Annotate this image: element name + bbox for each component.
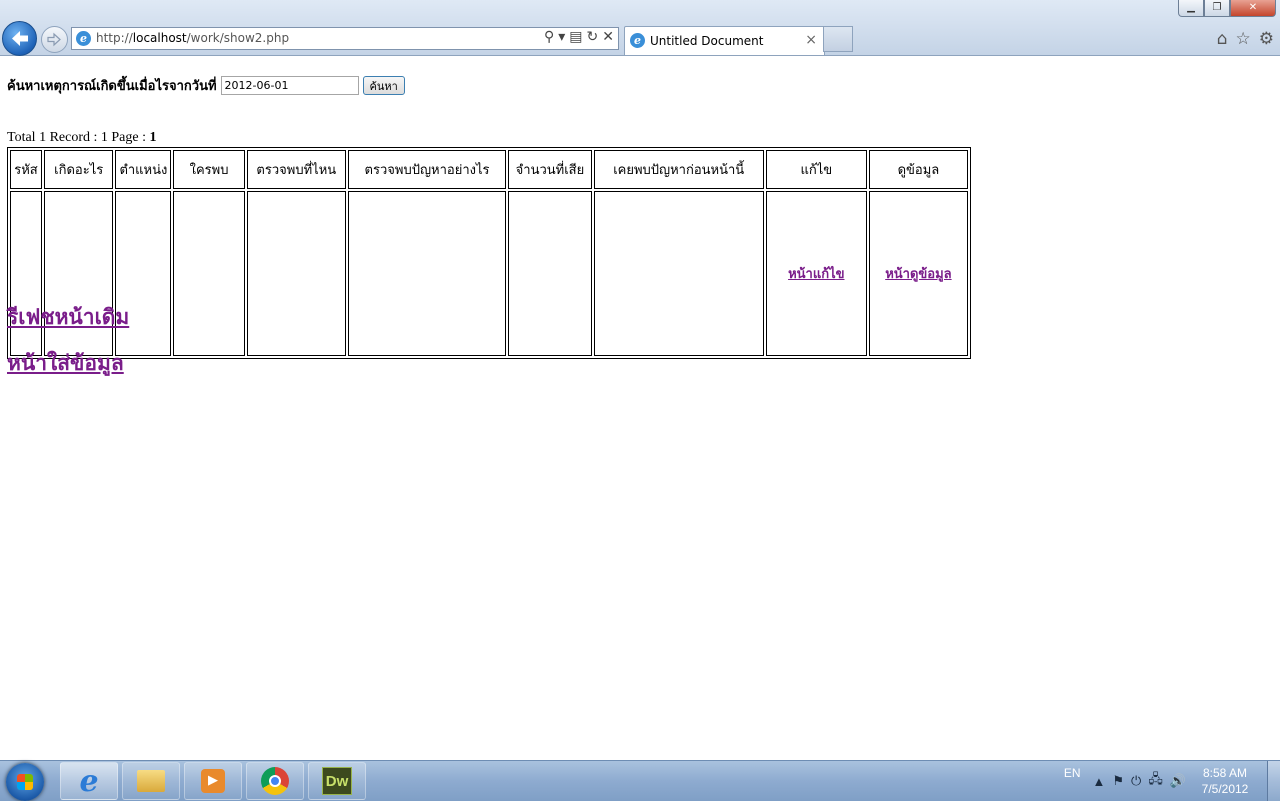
folder-icon xyxy=(137,770,165,792)
cell-who-found xyxy=(173,191,245,356)
page-content: ค้นหาเหตุการณ์เกิดขึ้นเมื่อไรจากวันที่ ค… xyxy=(0,56,1280,760)
favorites-star-icon[interactable]: ☆ xyxy=(1236,29,1251,49)
internet-explorer-icon: e xyxy=(79,763,99,799)
dreamweaver-icon: Dw xyxy=(322,767,352,795)
tab-close-icon[interactable]: × xyxy=(805,32,817,48)
new-tab-button[interactable] xyxy=(823,26,853,52)
search-button[interactable]: ค้นหา xyxy=(362,76,405,95)
stop-icon[interactable]: ✕ xyxy=(602,29,614,45)
minimize-button[interactable]: ▁ xyxy=(1178,0,1204,17)
taskbar: e ▶ Dw EN ▲ ⚑ ⏻ 🖧 🔊 8:58 AM 7/5/2012 xyxy=(0,760,1280,801)
clock-date: 7/5/2012 xyxy=(1201,782,1249,796)
clock-time: 8:58 AM xyxy=(1202,766,1248,780)
show-hidden-icons-icon[interactable]: ▲ xyxy=(1092,774,1105,789)
col-header-damaged-count: จำนวนที่เสีย xyxy=(508,150,592,189)
system-tray: EN ▲ ⚑ ⏻ 🖧 🔊 8:58 AM 7/5/2012 xyxy=(1064,761,1280,801)
maximize-button[interactable]: ❐ xyxy=(1204,0,1230,17)
col-header-edit: แก้ไข xyxy=(765,150,867,189)
col-header-position: ตำแหน่ง xyxy=(115,150,172,189)
col-header-what: เกิดอะไร xyxy=(43,150,114,189)
col-header-previous-problem: เคยพบปัญหาก่อนหน้านี้ xyxy=(593,150,764,189)
clock[interactable]: 8:58 AM 7/5/2012 xyxy=(1193,765,1257,797)
search-form: ค้นหาเหตุการณ์เกิดขึ้นเมื่อไรจากวันที่ ค… xyxy=(7,75,405,96)
forward-button[interactable] xyxy=(41,26,68,53)
gear-icon[interactable]: ⚙ xyxy=(1259,29,1274,49)
refresh-page-link[interactable]: รีเฟชหน้าเดิม xyxy=(7,301,129,334)
col-header-view: ดูข้อมูล xyxy=(868,150,968,189)
browser-chrome: ▁ ❐ ✕ e http://localhost/work/show2.php … xyxy=(0,0,1280,56)
windows-logo-icon-lower xyxy=(17,782,33,790)
action-center-flag-icon[interactable]: ⚑ xyxy=(1112,773,1124,789)
home-icon[interactable]: ⌂ xyxy=(1217,29,1228,49)
tab-title: Untitled Document xyxy=(650,34,764,48)
search-icon[interactable]: ⚲ xyxy=(544,29,554,45)
col-header-how-found: ตรวจพบปัญหาอย่างไร xyxy=(347,150,507,189)
col-header-id: รหัส xyxy=(10,150,42,189)
col-header-who-found: ใครพบ xyxy=(173,150,245,189)
address-url[interactable]: http://localhost/work/show2.php xyxy=(96,31,289,45)
window-controls: ▁ ❐ ✕ xyxy=(1178,0,1276,18)
view-page-link[interactable]: หน้าดูข้อมูล xyxy=(885,267,951,282)
cell-where-found xyxy=(246,191,346,356)
network-icon[interactable]: 🖧 xyxy=(1148,770,1163,792)
ie-page-icon: e xyxy=(76,31,91,46)
close-window-button[interactable]: ✕ xyxy=(1230,0,1276,17)
insert-data-link[interactable]: หน้าใส่ข้อมูล xyxy=(7,347,124,380)
address-bar[interactable]: e http://localhost/work/show2.php ⚲ ▾ ▤ … xyxy=(71,27,619,50)
record-summary: Total 1 Record : 1 Page : 1 xyxy=(7,130,157,145)
compat-view-icon[interactable]: ▤ xyxy=(569,29,582,45)
show-desktop-button[interactable] xyxy=(1267,761,1280,801)
taskbar-dreamweaver-button[interactable]: Dw xyxy=(308,762,366,800)
table-row: หน้าแก้ไข หน้าดูข้อมูล xyxy=(10,191,968,356)
start-button[interactable] xyxy=(6,763,44,801)
back-button[interactable] xyxy=(2,21,37,56)
back-arrow-icon xyxy=(12,31,28,46)
taskbar-chrome-button[interactable] xyxy=(246,762,304,800)
cell-previous-problem xyxy=(593,191,764,356)
ie-tab-icon: e xyxy=(630,33,645,48)
refresh-icon[interactable]: ↻ xyxy=(587,29,599,45)
edit-page-link[interactable]: หน้าแก้ไข xyxy=(788,267,844,282)
language-indicator[interactable]: EN xyxy=(1064,766,1081,780)
col-header-where-found: ตรวจพบที่ไหน xyxy=(246,150,346,189)
tab-untitled-document[interactable]: e Untitled Document × xyxy=(624,26,825,55)
cell-how-found xyxy=(347,191,507,356)
search-label: ค้นหาเหตุการณ์เกิดขึ้นเมื่อไรจากวันที่ xyxy=(7,79,217,94)
table-header-row: รหัส เกิดอะไร ตำแหน่ง ใครพบ ตรวจพบที่ไหน… xyxy=(10,150,968,189)
incident-table: รหัส เกิดอะไร ตำแหน่ง ใครพบ ตรวจพบที่ไหน… xyxy=(7,147,971,359)
volume-icon[interactable]: 🔊 xyxy=(1170,773,1186,789)
dropdown-arrow-icon[interactable]: ▾ xyxy=(558,29,565,45)
current-page-number: 1 xyxy=(149,130,157,145)
cell-edit: หน้าแก้ไข xyxy=(765,191,867,356)
address-controls: ⚲ ▾ ▤ ↻ ✕ xyxy=(544,29,614,45)
browser-tools: ⌂ ☆ ⚙ xyxy=(1217,29,1274,49)
cell-view: หน้าดูข้อมูล xyxy=(868,191,968,356)
media-player-icon: ▶ xyxy=(201,769,225,793)
forward-arrow-icon xyxy=(47,32,61,47)
power-plug-icon[interactable]: ⏻ xyxy=(1131,773,1141,789)
date-input[interactable] xyxy=(220,76,359,95)
taskbar-explorer-button[interactable] xyxy=(122,762,180,800)
taskbar-media-player-button[interactable]: ▶ xyxy=(184,762,242,800)
cell-damaged-count xyxy=(508,191,592,356)
taskbar-ie-button[interactable]: e xyxy=(60,762,118,800)
chrome-icon xyxy=(261,767,289,795)
